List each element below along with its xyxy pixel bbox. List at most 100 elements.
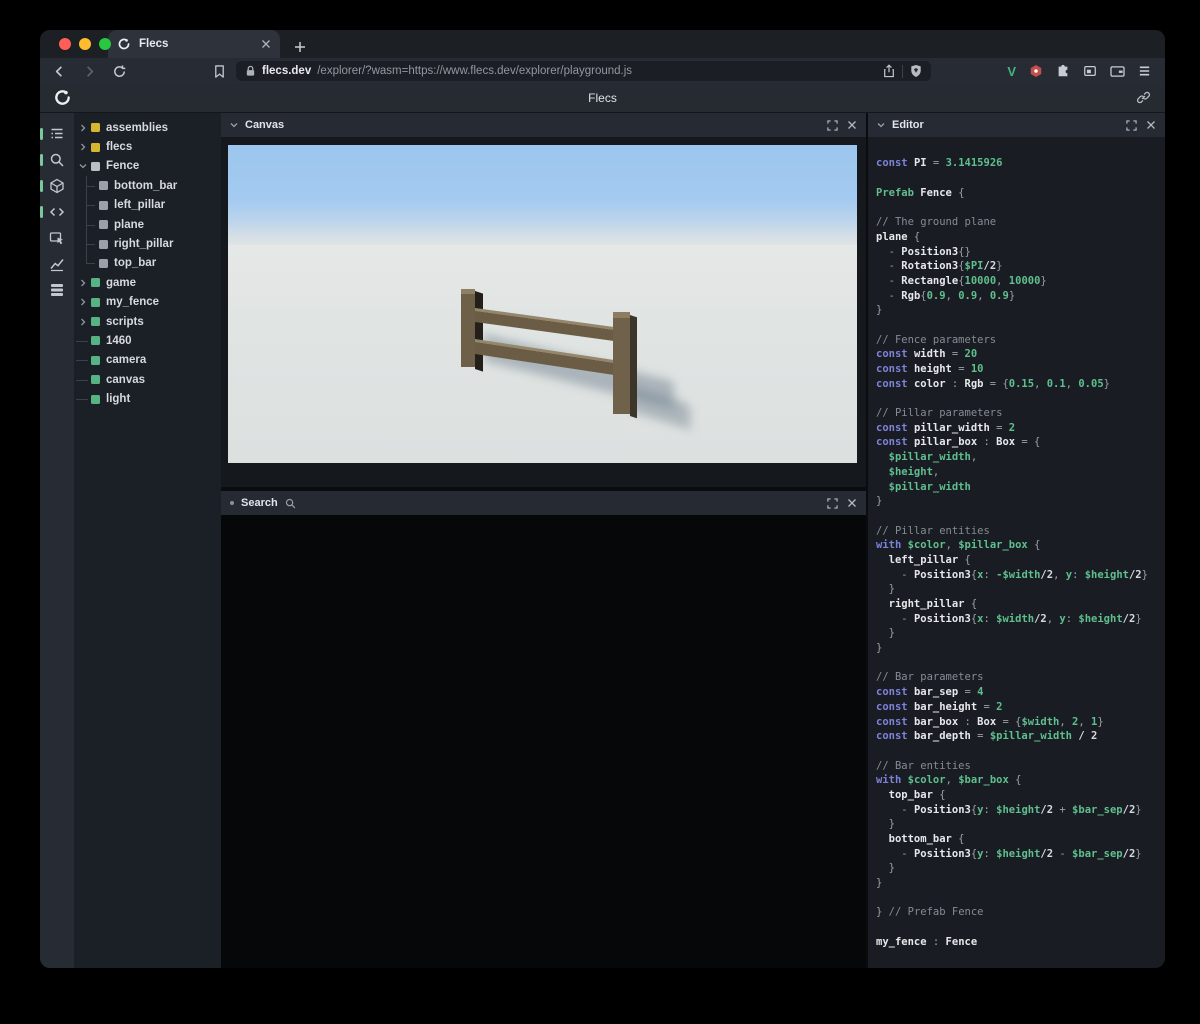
share-icon[interactable] [883,64,895,78]
close-icon[interactable] [1146,120,1156,130]
rail-item-queries[interactable] [40,277,74,303]
tree-item-game[interactable]: game [74,273,221,292]
zoom-window-button[interactable] [99,38,111,50]
entity-label: camera [106,354,146,366]
code-area[interactable]: const = const PI = 3.1415926 Prefab Fenc… [876,137,1165,950]
code-line: - Rectangle{10000, 10000} [876,274,1165,289]
vue-extension-icon[interactable]: V [1007,64,1016,79]
code-line: const PI = 3.1415926 [876,156,1165,171]
code-line: - Rgb{0.9, 0.9, 0.9} [876,289,1165,304]
rail-item-inspect[interactable] [40,225,74,251]
code-line: } [876,626,1165,641]
code-line: with $color, $bar_box { [876,773,1165,788]
code-line: plane { [876,230,1165,245]
adblock-extension-icon[interactable] [1029,64,1043,78]
tree-item-assemblies[interactable]: assemblies [74,118,221,137]
chevron-right-icon[interactable] [76,312,89,331]
menu-icon[interactable] [1138,65,1151,77]
fullscreen-icon[interactable] [827,120,838,131]
app-header: Flecs [40,84,1165,113]
code-line: top_bar { [876,788,1165,803]
inspect-icon [49,230,65,246]
rail-item-hierarchy[interactable] [40,121,74,147]
browser-toolbar: flecs.dev /explorer/?wasm=https://www.fl… [40,58,1165,84]
forward-icon[interactable] [82,64,97,79]
code-line: } // Prefab Fence [876,905,1165,920]
shield-icon[interactable] [910,64,922,78]
editor-body[interactable]: const = const PI = 3.1415926 Prefab Fenc… [868,137,1165,968]
back-icon[interactable] [52,64,67,79]
search-icon [285,498,296,509]
wallet-icon[interactable] [1110,65,1125,78]
right-pillar [613,312,630,414]
entity-label: 1460 [106,335,132,347]
tree-item-left_pillar[interactable]: left_pillar [74,196,221,215]
tree-item-flecs[interactable]: flecs [74,137,221,156]
leaf-dash [76,370,89,389]
flecs-logo-icon [53,88,72,107]
tab-bar: Flecs [40,30,1165,58]
close-window-button[interactable] [59,38,71,50]
chevron-right-icon[interactable] [76,293,89,312]
chevron-down-icon[interactable] [877,121,885,129]
minimize-window-button[interactable] [79,38,91,50]
rail-item-stats[interactable] [40,251,74,277]
close-tab-icon[interactable] [261,39,271,49]
rail-item-entities[interactable] [40,173,74,199]
entity-icon [91,356,100,365]
tree-item-1460[interactable]: 1460 [74,331,221,350]
code-line: my_fence : Fence [876,935,1165,950]
tree-item-Fence[interactable]: Fence [74,157,221,176]
canvas-panel-header[interactable]: Canvas [221,113,866,137]
panel-title: Canvas [245,119,284,131]
fullscreen-icon[interactable] [1126,120,1137,131]
chevron-right-icon[interactable] [76,137,89,156]
stats-icon [49,256,65,272]
code-line [876,318,1165,333]
url-bar[interactable]: flecs.dev /explorer/?wasm=https://www.fl… [236,61,931,81]
chevron-right-icon[interactable] [76,273,89,292]
chevron-down-icon[interactable] [76,157,89,176]
reload-icon[interactable] [112,64,127,79]
link-icon[interactable] [1136,90,1151,105]
extensions-puzzle-icon[interactable] [1056,64,1070,78]
rail-item-search[interactable] [40,147,74,173]
sidebar-icon[interactable] [1083,64,1097,78]
fullscreen-icon[interactable] [827,498,838,509]
new-tab-button[interactable] [294,41,306,53]
search-body[interactable] [221,515,866,968]
code-line: const bar_box : Box = {$width, 2, 1} [876,715,1165,730]
tree-item-camera[interactable]: camera [74,351,221,370]
code-line: } [876,876,1165,891]
close-icon[interactable] [847,498,857,508]
editor-panel-header[interactable]: Editor [868,113,1165,137]
bookmark-icon[interactable] [213,64,226,79]
close-icon[interactable] [847,120,857,130]
queries-icon [49,282,65,298]
tree-item-bottom_bar[interactable]: bottom_bar [74,176,221,195]
code-line [876,142,1165,157]
tree-connector [76,215,97,234]
right-pillar-side [630,315,637,418]
3d-viewport[interactable] [228,145,857,463]
tree-item-right_pillar[interactable]: right_pillar [74,234,221,253]
tree-item-plane[interactable]: plane [74,215,221,234]
entity-label: assemblies [106,122,168,134]
hierarchy-icon [49,126,65,142]
tree-item-my_fence[interactable]: my_fence [74,293,221,312]
rail-item-code[interactable] [40,199,74,225]
tree-item-top_bar[interactable]: top_bar [74,254,221,273]
tree-item-light[interactable]: light [74,389,221,408]
search-icon [49,152,65,168]
entity-label: scripts [106,316,144,328]
search-panel-header[interactable]: Search [221,491,866,515]
browser-tab[interactable]: Flecs [108,30,280,58]
tree-item-canvas[interactable]: canvas [74,370,221,389]
code-line: const bar_depth = $pillar_width / 2 [876,729,1165,744]
chevron-right-icon[interactable] [76,118,89,137]
chevron-down-icon[interactable] [230,121,238,129]
entity-label: Fence [106,160,139,172]
entity-label: light [106,393,130,405]
tree-item-scripts[interactable]: scripts [74,312,221,331]
scene-sky [228,145,857,245]
